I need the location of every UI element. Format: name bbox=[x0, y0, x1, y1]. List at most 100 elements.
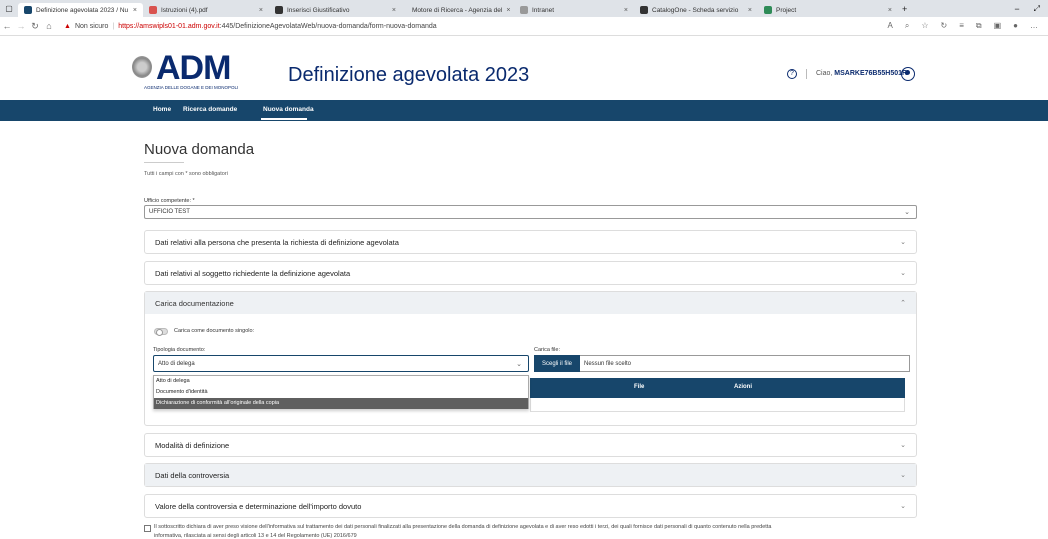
browser-address-bar: ← → ↻ ⌂ ▲ Non sicuro | https://amswipls0… bbox=[0, 17, 1048, 36]
tab-title: Motore di Ricerca - Agenzia del bbox=[412, 6, 503, 14]
single-document-toggle[interactable] bbox=[154, 328, 168, 336]
restore-icon[interactable]: ⤢ bbox=[1034, 4, 1040, 14]
dropdown-option-selected[interactable]: Dichiarazione di conformità all'original… bbox=[154, 398, 528, 409]
chevron-down-icon: ⌄ bbox=[904, 209, 910, 216]
upload-table-header: File Azioni bbox=[530, 378, 905, 398]
nav-new-application[interactable]: Nuova domanda bbox=[263, 106, 314, 113]
panel-requester-person[interactable]: Dati relativi alla persona che presenta … bbox=[144, 230, 917, 254]
panel-requesting-subject[interactable]: Dati relativi al soggetto richiedente la… bbox=[144, 261, 917, 285]
profile-icon[interactable]: ● bbox=[1013, 21, 1018, 31]
column-file: File bbox=[634, 384, 645, 390]
panel-dispute-value[interactable]: Valore della controversia e determinazio… bbox=[144, 494, 917, 518]
page-title: Nuova domanda bbox=[144, 141, 255, 158]
panel-definition-mode[interactable]: Modalità di definizione ⌄ bbox=[144, 433, 917, 457]
forward-icon[interactable]: → bbox=[14, 21, 28, 31]
main-navbar: Home Ricerca domande Nuova domanda bbox=[0, 100, 1048, 121]
dropdown-option[interactable]: Documento d'identità bbox=[154, 387, 528, 398]
tab-title: Project bbox=[776, 6, 797, 14]
user-avatar-icon[interactable] bbox=[901, 67, 915, 81]
doctype-select[interactable]: Atto di delega ⌄ bbox=[153, 355, 529, 372]
privacy-consent-text: Il sottoscritto dichiara di aver preso v… bbox=[154, 524, 772, 530]
column-actions: Azioni bbox=[734, 384, 752, 390]
close-tab-icon[interactable]: × bbox=[748, 7, 752, 14]
collections-icon[interactable]: ⧉ bbox=[976, 21, 982, 31]
close-tab-icon[interactable]: × bbox=[259, 7, 263, 14]
tab-title: Inserisci Giustificativo bbox=[287, 6, 350, 14]
url-field[interactable]: ▲ Non sicuro | https://amswipls01-01.adm… bbox=[64, 23, 437, 30]
chevron-down-icon: ⌄ bbox=[900, 503, 906, 510]
panel-title: Dati relativi alla persona che presenta … bbox=[155, 237, 399, 247]
upload-table-body bbox=[530, 398, 905, 412]
browser-tab-6[interactable]: Project × bbox=[758, 3, 898, 17]
adm-logo[interactable]: ADM bbox=[156, 49, 231, 88]
privacy-consent-checkbox[interactable] bbox=[144, 525, 151, 532]
doctype-label: Tipologia documento: bbox=[153, 347, 206, 353]
chevron-down-icon: ⌄ bbox=[516, 360, 522, 368]
browser-tab-0[interactable]: Definizione agevolata 2023 / Nu × bbox=[18, 3, 143, 17]
page-favicon-icon bbox=[520, 6, 528, 14]
help-icon[interactable]: ? bbox=[787, 69, 797, 79]
header-divider bbox=[806, 69, 807, 79]
reload-icon[interactable]: ↻ bbox=[28, 21, 42, 32]
browser-tab-3[interactable]: Motore di Ricerca - Agenzia del × bbox=[402, 3, 514, 17]
close-tab-icon[interactable]: × bbox=[392, 7, 396, 14]
nav-home[interactable]: Home bbox=[153, 106, 171, 113]
zoom-icon[interactable]: ⌕ bbox=[905, 21, 909, 31]
browser-tab-bar: ▢ Definizione agevolata 2023 / Nu × Istr… bbox=[0, 0, 1048, 17]
refresh-extension-icon[interactable]: ↻ bbox=[941, 21, 948, 31]
panel-dispute-data[interactable]: Dati della controversia ⌄ bbox=[144, 463, 917, 487]
single-document-label: Carica come documento singolo: bbox=[174, 328, 255, 334]
panel-title: Modalità di definizione bbox=[155, 440, 230, 450]
privacy-consent-text-2: informativa, rilasciata ai sensi degli a… bbox=[154, 533, 357, 539]
chevron-down-icon: ⌄ bbox=[900, 270, 906, 277]
adm-favicon-icon bbox=[24, 6, 32, 14]
doctype-value: Atto di delega bbox=[158, 360, 195, 367]
security-label: Non sicuro bbox=[74, 22, 109, 30]
page-favicon-icon bbox=[640, 6, 648, 14]
nav-search-applications[interactable]: Ricerca domande bbox=[183, 106, 237, 113]
back-icon[interactable]: ← bbox=[0, 21, 14, 31]
dropdown-option[interactable]: Atto di delega bbox=[154, 376, 528, 387]
panel-title: Dati relativi al soggetto richiedente la… bbox=[155, 268, 351, 278]
title-underline bbox=[144, 162, 184, 163]
more-icon[interactable]: … bbox=[1030, 21, 1038, 31]
window-menu-icon[interactable]: ▢ bbox=[0, 4, 18, 13]
required-note: Tutti i campi con * sono obbligatori bbox=[144, 171, 228, 177]
nav-active-indicator bbox=[261, 118, 307, 120]
chevron-down-icon: ⌄ bbox=[900, 239, 906, 246]
warning-icon: ▲ bbox=[64, 22, 71, 30]
close-tab-icon[interactable]: × bbox=[506, 7, 510, 14]
file-name-field: Nessun file scelto bbox=[580, 355, 910, 372]
favorite-icon[interactable]: ☆ bbox=[921, 21, 928, 31]
read-aloud-icon[interactable]: A bbox=[888, 21, 893, 31]
tab-title: Definizione agevolata 2023 / Nu bbox=[36, 6, 129, 14]
browser-tab-5[interactable]: CatalogOne - Scheda servizio × bbox=[634, 3, 758, 17]
choose-file-button[interactable]: Scegli il file bbox=[534, 355, 580, 372]
tab-title: Intranet bbox=[532, 6, 555, 14]
tab-title: Istruzioni (4).pdf bbox=[161, 6, 208, 14]
chevron-up-icon: ⌃ bbox=[900, 300, 906, 307]
page-favicon-icon bbox=[275, 6, 283, 14]
browser-tab-2[interactable]: Inserisci Giustificativo × bbox=[269, 3, 402, 17]
file-label: Carica file: bbox=[534, 347, 560, 353]
minimize-icon[interactable]: − bbox=[1014, 4, 1019, 14]
panel-header[interactable]: Carica documentazione ⌃ bbox=[145, 292, 916, 314]
new-tab-icon[interactable]: + bbox=[902, 4, 907, 14]
close-tab-icon[interactable]: × bbox=[624, 7, 628, 14]
home-icon[interactable]: ⌂ bbox=[42, 21, 56, 31]
url-path: :445/DefinizioneAgevolataWeb/nuova-doman… bbox=[219, 22, 437, 30]
pdf-icon bbox=[149, 6, 157, 14]
tab-title: CatalogOne - Scheda servizio bbox=[652, 6, 739, 14]
close-tab-icon[interactable]: × bbox=[133, 7, 137, 14]
doctype-dropdown-list: Atto di delega Documento d'identità Dich… bbox=[153, 375, 529, 409]
favorites-list-icon[interactable]: ≡ bbox=[959, 21, 964, 31]
chevron-down-icon: ⌄ bbox=[900, 472, 906, 479]
emblem-logo bbox=[132, 56, 152, 78]
app-title: Definizione agevolata 2023 bbox=[288, 64, 530, 86]
user-greeting: Ciao, MSARKE76B55H501R bbox=[816, 70, 908, 77]
close-tab-icon[interactable]: × bbox=[888, 7, 892, 14]
browser-tab-4[interactable]: Intranet × bbox=[514, 3, 634, 17]
office-select[interactable]: UFFICIO TEST ⌄ bbox=[144, 205, 917, 219]
extension-icon[interactable]: ▣ bbox=[994, 21, 1002, 31]
browser-tab-1[interactable]: Istruzioni (4).pdf × bbox=[143, 3, 269, 17]
